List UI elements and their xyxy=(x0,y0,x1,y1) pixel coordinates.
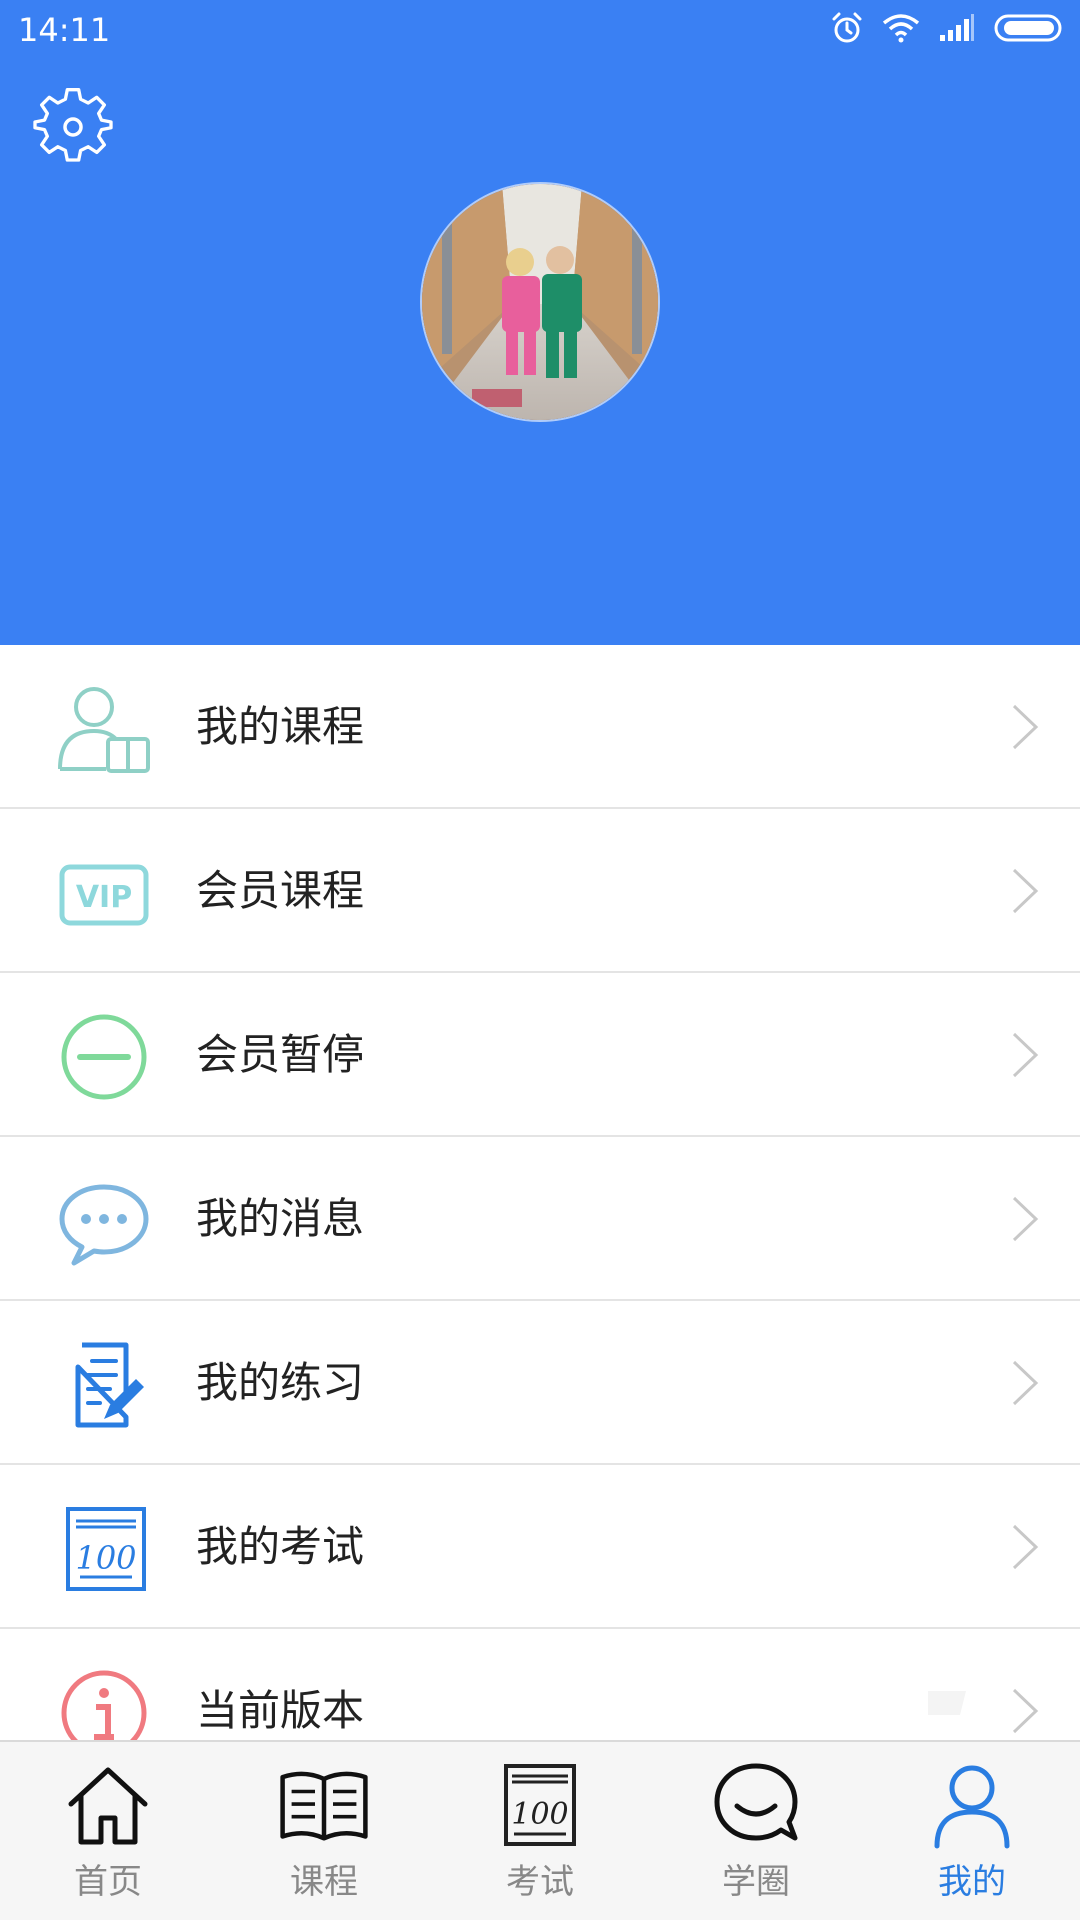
score-100-icon: 100 xyxy=(56,1501,152,1597)
alarm-icon xyxy=(830,11,864,49)
avatar[interactable] xyxy=(420,182,660,422)
tab-home[interactable]: 首页 xyxy=(0,1742,216,1920)
menu-item-my-messages[interactable]: 我的消息 xyxy=(0,1137,1080,1301)
tab-label: 我的 xyxy=(938,1862,1006,1902)
tab-courses[interactable]: 课程 xyxy=(216,1742,432,1920)
chevron-right-icon xyxy=(1004,1686,1044,1736)
home-icon xyxy=(63,1760,153,1850)
settings-button[interactable] xyxy=(30,86,116,172)
chevron-right-icon xyxy=(1004,866,1044,916)
chat-icon xyxy=(711,1760,801,1850)
bottom-tab-bar: 首页 课程 100 考试 学圈 我的 xyxy=(0,1740,1080,1920)
tab-exams[interactable]: 100 考试 xyxy=(432,1742,648,1920)
signal-icon xyxy=(938,13,976,47)
menu-list: 我的课程 VIP 会员课程 会员暂停 我的消息 我的练习 100 我的考试 当前… xyxy=(0,645,1080,1793)
menu-item-my-courses[interactable]: 我的课程 xyxy=(0,645,1080,809)
chevron-right-icon xyxy=(1004,1358,1044,1408)
menu-item-vip-courses[interactable]: VIP 会员课程 xyxy=(0,809,1080,973)
tab-label: 课程 xyxy=(290,1862,358,1902)
menu-item-label: 我的练习 xyxy=(196,1358,365,1407)
svg-text:100: 100 xyxy=(75,1539,136,1577)
menu-item-my-practice[interactable]: 我的练习 xyxy=(0,1301,1080,1465)
avatar-photo xyxy=(422,184,658,420)
chevron-right-icon xyxy=(1004,1522,1044,1572)
svg-text:VIP: VIP xyxy=(76,880,132,915)
tab-mine[interactable]: 我的 xyxy=(864,1742,1080,1920)
tab-label: 学圈 xyxy=(722,1862,790,1902)
menu-item-label: 会员课程 xyxy=(196,866,365,915)
tab-label: 首页 xyxy=(74,1862,142,1902)
menu-item-label: 我的考试 xyxy=(196,1522,365,1571)
chat-bubble-icon xyxy=(56,1173,152,1269)
tab-label: 考试 xyxy=(506,1862,574,1902)
version-badge xyxy=(924,1689,970,1719)
gear-icon xyxy=(33,87,113,171)
status-bar: 14:11 xyxy=(0,0,1080,62)
minus-circle-icon xyxy=(56,1009,152,1105)
chevron-right-icon xyxy=(1004,1030,1044,1080)
menu-item-label: 我的消息 xyxy=(196,1194,365,1243)
chevron-right-icon xyxy=(1004,702,1044,752)
chevron-right-icon xyxy=(1004,1194,1044,1244)
score-100-icon: 100 xyxy=(495,1760,585,1850)
svg-text:100: 100 xyxy=(511,1797,568,1832)
wifi-icon xyxy=(882,13,920,47)
battery-icon xyxy=(994,13,1066,47)
menu-item-label: 我的课程 xyxy=(196,702,365,751)
status-time: 14:11 xyxy=(18,11,111,49)
menu-item-my-exams[interactable]: 100 我的考试 xyxy=(0,1465,1080,1629)
status-icons xyxy=(830,10,1066,50)
person-icon xyxy=(927,1760,1017,1850)
menu-item-vip-pause[interactable]: 会员暂停 xyxy=(0,973,1080,1137)
document-edit-icon xyxy=(56,1337,152,1433)
book-icon xyxy=(279,1760,369,1850)
user-book-icon xyxy=(56,681,152,777)
vip-icon: VIP xyxy=(56,845,152,941)
menu-item-label: 会员暂停 xyxy=(196,1030,365,1079)
profile-header: 14:11 xyxy=(0,0,1080,645)
tab-circle[interactable]: 学圈 xyxy=(648,1742,864,1920)
